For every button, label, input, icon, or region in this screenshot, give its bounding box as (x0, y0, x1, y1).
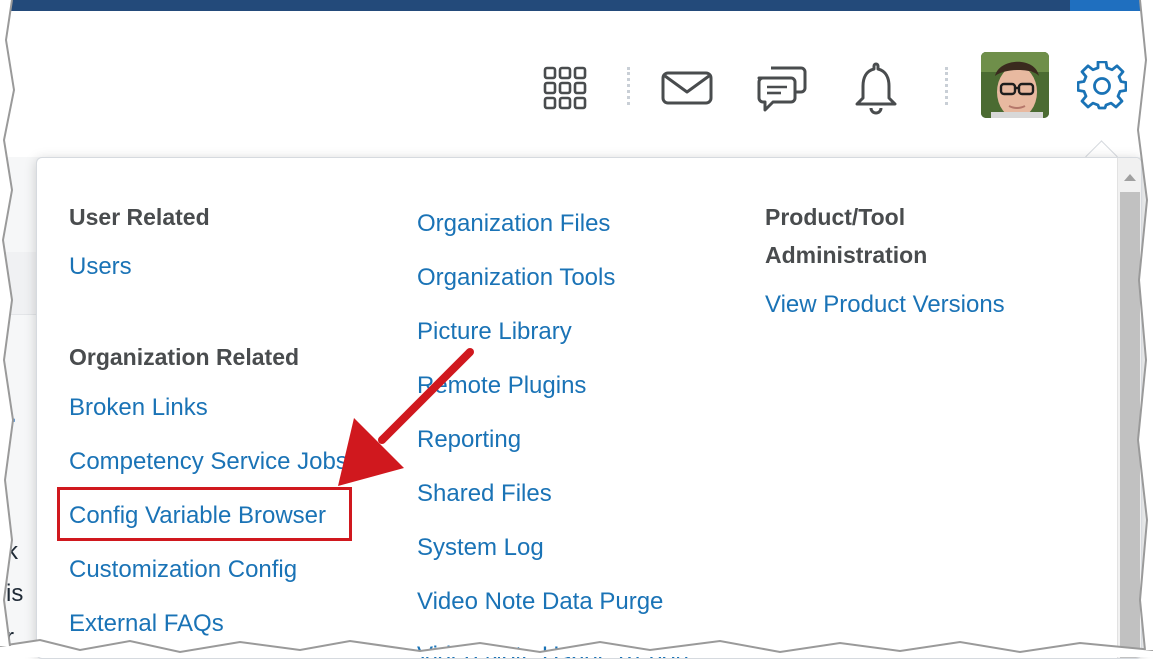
header-separator (945, 67, 948, 105)
annotation-highlight-box (57, 487, 352, 541)
menu-link-reporting[interactable]: Reporting (417, 425, 521, 455)
menu-link-external-faqs[interactable]: External FAQs (69, 609, 224, 639)
menu-link-remote-plugins[interactable]: Remote Plugins (417, 371, 586, 401)
mail-icon[interactable] (660, 68, 714, 108)
heading-product-tool-line2: Administration (765, 242, 928, 268)
menu-link-video-note-data-purge[interactable]: Video Note Data Purge (417, 587, 663, 617)
menu-link-organization-tools[interactable]: Organization Tools (417, 263, 615, 293)
background-text-fragment: k (6, 538, 18, 565)
menu-link-organization-files[interactable]: Organization Files (417, 209, 610, 239)
menu-link-customization-config[interactable]: Customization Config (69, 555, 297, 585)
heading-product-tool-line1: Product/Tool (765, 204, 906, 230)
chat-icon[interactable] (754, 61, 808, 115)
header-separator (627, 67, 630, 105)
menu-link-system-log[interactable]: System Log (417, 533, 544, 563)
dropdown-scrollbar[interactable] (1117, 158, 1141, 658)
background-heading-fragment: r (2, 405, 16, 449)
heading-organization-related: Organization Related (69, 344, 300, 370)
avatar[interactable] (981, 52, 1049, 118)
top-accent-bar (0, 0, 1153, 11)
scroll-thumb[interactable] (1120, 192, 1140, 658)
admin-tools-menu: User Related Users Organization Related … (36, 157, 1142, 659)
grid-icon[interactable] (540, 63, 590, 113)
menu-link-picture-library[interactable]: Picture Library (417, 317, 572, 347)
background-text-fragment: r (6, 624, 14, 651)
bell-icon[interactable] (852, 59, 900, 117)
menu-link-users[interactable]: Users (69, 252, 132, 282)
menu-link-broken-links[interactable]: Broken Links (69, 393, 208, 423)
heading-user-related: User Related (69, 204, 210, 230)
menu-link-video-note-usage-report[interactable]: Video Note Usage Report (417, 641, 690, 658)
menu-link-view-product-versions[interactable]: View Product Versions (765, 290, 1005, 320)
background-text-fragment: is (6, 580, 24, 607)
scroll-up-arrow-icon[interactable] (1124, 174, 1136, 181)
menu-link-competency-service-jobs[interactable]: Competency Service Jobs (69, 447, 348, 477)
menu-link-shared-files[interactable]: Shared Files (417, 479, 552, 509)
gear-icon[interactable] (1076, 60, 1128, 112)
